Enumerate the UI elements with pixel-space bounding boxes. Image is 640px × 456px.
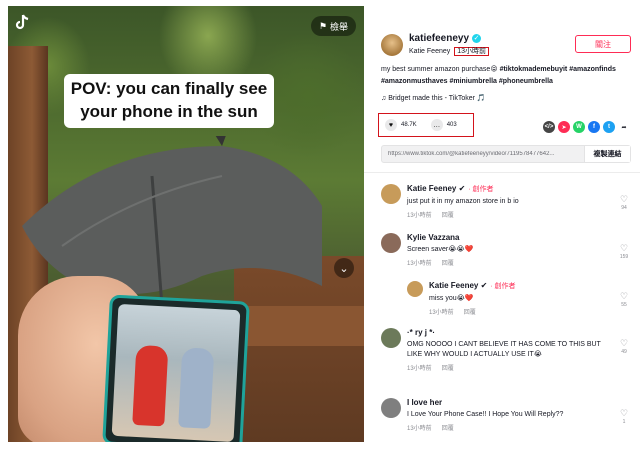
- comment-text: I Love Your Phone Case!! I Hope You Will…: [407, 411, 564, 418]
- video-info-panel: katiefeeneyy ✓ Katie Feeney 13小時前 關注 my b…: [364, 0, 640, 456]
- heart-outline-icon: ♡: [619, 291, 629, 301]
- comment-like-button[interactable]: ♡ 1: [617, 408, 631, 425]
- avatar[interactable]: [407, 281, 423, 297]
- tiktok-logo-icon: [14, 14, 32, 34]
- comment-author[interactable]: ·* ry j *·: [407, 328, 617, 337]
- comment-meta: 13小時前 回覆: [407, 258, 617, 267]
- flag-icon: ⚑: [318, 20, 327, 31]
- video-player[interactable]: POV: you can finally see your phone in t…: [8, 6, 364, 442]
- author-username[interactable]: katiefeeneyy ✓: [409, 33, 482, 44]
- comment-like-button[interactable]: ♡ 94: [617, 194, 631, 211]
- comment-stat[interactable]: … 403: [430, 119, 457, 131]
- comment-meta: 13小時前 回覆: [429, 307, 639, 316]
- divider: [364, 172, 640, 173]
- comment-item: I love her I Love Your Phone Case!! I Ho…: [381, 398, 631, 438]
- reply-button[interactable]: 回覆: [442, 426, 454, 432]
- comment-icon: …: [430, 119, 443, 131]
- comment-time: 13小時前: [407, 426, 432, 432]
- heart-outline-icon: ♡: [619, 194, 629, 204]
- comment-meta: 13小時前 回覆: [407, 423, 617, 432]
- caption-line-1: POV: you can finally see: [70, 79, 268, 98]
- comment-meta: 13小時前 回覆: [407, 210, 617, 219]
- link-bar: https://www.tiktok.com/@katiefeeneyy/vid…: [381, 145, 631, 163]
- author-nickname: Katie Feeney: [409, 48, 451, 55]
- description-text: my best summer amazon purchase😝: [381, 66, 500, 73]
- reply-button[interactable]: 回覆: [442, 261, 454, 267]
- avatar[interactable]: [381, 233, 401, 253]
- creator-badge: · 創作者: [490, 283, 516, 290]
- comment-text: Screen saver😭😭❤️: [407, 246, 474, 253]
- twitter-icon[interactable]: t: [603, 121, 615, 133]
- comment-like-count: 1: [622, 419, 626, 425]
- comment-like-count: 55: [621, 302, 627, 308]
- video-link[interactable]: https://www.tiktok.com/@katiefeeneyy/vid…: [382, 151, 584, 157]
- next-video-button[interactable]: ⌄: [334, 258, 354, 278]
- engagement-stats: ♥ 48.7K … 403: [378, 113, 474, 137]
- comment-text: just put it in my amazon store in b io: [407, 198, 519, 205]
- caption-line-2: your phone in the sun: [80, 101, 258, 121]
- comment-time: 13小時前: [407, 261, 432, 267]
- comment-author[interactable]: Katie Feeney ✔ · 創作者: [407, 184, 617, 194]
- avatar[interactable]: [381, 328, 401, 348]
- report-label: 檢舉: [329, 21, 348, 32]
- verified-icon: ✓: [472, 34, 482, 43]
- video-caption: POV: you can finally see your phone in t…: [64, 74, 274, 128]
- reply-button[interactable]: 回覆: [464, 310, 476, 316]
- reply-button[interactable]: 回覆: [442, 213, 454, 219]
- comment-text: miss you😭❤️: [429, 295, 474, 302]
- send-icon[interactable]: ➤: [558, 121, 570, 133]
- phone-image: [102, 294, 250, 442]
- comment-text: OMG NOOOO I CANT BELIEVE IT HAS COME TO …: [407, 341, 601, 358]
- post-time: 13小時前: [454, 47, 489, 56]
- chevron-down-icon: ⌄: [339, 262, 349, 275]
- comment-like-button[interactable]: ♡ 159: [617, 243, 631, 260]
- music-link[interactable]: ♫ Bridget made this - TikToker 🎵: [381, 94, 486, 102]
- comment-author[interactable]: I love her: [407, 398, 617, 407]
- author-row: katiefeeneyy ✓ Katie Feeney 13小時前 關注: [381, 33, 631, 59]
- comment-item: ·* ry j *· OMG NOOOO I CANT BELIEVE IT H…: [381, 328, 631, 386]
- heart-outline-icon: ♡: [619, 243, 629, 253]
- share-icon[interactable]: ➦: [618, 121, 630, 133]
- comment-time: 13小時前: [407, 366, 432, 372]
- facebook-icon[interactable]: f: [588, 121, 600, 133]
- comment-count: 403: [446, 122, 457, 128]
- heart-icon: ♥: [385, 119, 397, 131]
- comment-time: 13小時前: [407, 213, 432, 219]
- comment-author[interactable]: Katie Feeney ✔ · 創作者: [429, 281, 639, 291]
- video-description: my best summer amazon purchase😝 #tiktokm…: [381, 64, 631, 88]
- comment-time: 13小時前: [429, 310, 454, 316]
- person-figure: [132, 344, 169, 427]
- comment-meta: 13小時前 回覆: [407, 363, 617, 372]
- avatar[interactable]: [381, 34, 403, 56]
- like-count: 48.7K: [401, 122, 417, 128]
- creator-badge: · 創作者: [468, 186, 494, 193]
- report-button[interactable]: ⚑ 檢舉: [310, 16, 356, 36]
- author-meta: Katie Feeney 13小時前: [409, 46, 489, 56]
- follow-button[interactable]: 關注: [575, 35, 631, 53]
- comment-reply: Katie Feeney ✔ · 創作者 miss you😭❤️ 13小時前 回覆 …: [407, 281, 631, 321]
- comment-item: Kylie Vazzana Screen saver😭😭❤️ 13小時前 回覆 ♡…: [381, 233, 631, 273]
- copy-link-button[interactable]: 複製連結: [584, 146, 630, 162]
- comment-like-button[interactable]: ♡ 55: [617, 291, 631, 308]
- reply-button[interactable]: 回覆: [442, 366, 454, 372]
- embed-icon[interactable]: </>: [543, 121, 555, 133]
- comment-like-count: 49: [621, 349, 627, 355]
- heart-outline-icon: ♡: [619, 408, 629, 418]
- share-buttons: </> ➤ Wf t ➦: [543, 121, 630, 133]
- comment-like-button[interactable]: ♡ 49: [617, 338, 631, 355]
- avatar[interactable]: [381, 184, 401, 204]
- comment-like-count: 159: [619, 254, 629, 260]
- avatar[interactable]: [381, 398, 401, 418]
- whatsapp-icon[interactable]: W: [573, 121, 585, 133]
- comment-author[interactable]: Kylie Vazzana: [407, 233, 617, 242]
- wood-beam: [244, 306, 364, 346]
- like-stat[interactable]: ♥ 48.7K: [385, 119, 417, 131]
- comment-item: Katie Feeney ✔ · 創作者 just put it in my am…: [381, 184, 631, 224]
- comment-like-count: 94: [621, 205, 627, 211]
- heart-outline-icon: ♡: [619, 338, 629, 348]
- person-figure: [178, 347, 215, 429]
